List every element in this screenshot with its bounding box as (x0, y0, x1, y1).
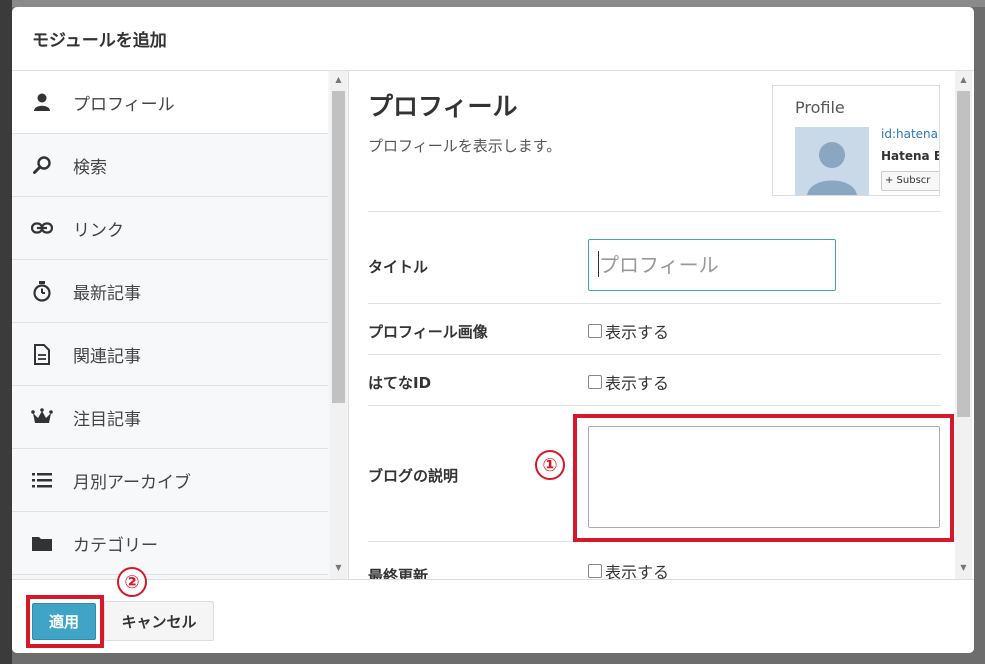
checkbox-box[interactable] (588, 324, 602, 338)
dialog-body: プロフィール 検索 リンク 最新記事 関連記事 注目記事 月別アーカイブ カテゴ… (12, 71, 974, 579)
module-list: プロフィール 検索 リンク 最新記事 関連記事 注目記事 月別アーカイブ カテゴ… (12, 71, 328, 575)
sidebar-item-link[interactable]: リンク (12, 197, 328, 260)
sidebar-item-latest[interactable]: 最新記事 (12, 260, 328, 323)
checkbox-label: 表示する (605, 563, 670, 579)
blog-description-label: ブログの説明 (368, 467, 459, 485)
sidebar-item-category[interactable]: カテゴリー (12, 512, 328, 575)
sidebar-item-label: 最新記事 (73, 283, 141, 304)
sidebar-item-search[interactable]: 検索 (12, 134, 328, 197)
module-settings: プロフィール プロフィールを表示します。 Profile id:hatena H… (350, 71, 974, 579)
profile-preview: Profile id:hatena Hatena B + Subscr (772, 85, 940, 196)
sidebar-item-label: リンク (73, 220, 124, 241)
scroll-down-arrow-icon[interactable]: ▼ (955, 561, 972, 575)
preview-id: id:hatena (881, 127, 938, 141)
blog-description-textarea[interactable] (588, 426, 940, 528)
sidebar-item-label: 注目記事 (73, 409, 141, 430)
module-title: プロフィール (368, 92, 518, 121)
sidebar-item-label: 関連記事 (73, 346, 141, 367)
profile-image-label: プロフィール画像 (368, 323, 488, 341)
section-divider (368, 211, 941, 212)
title-label: タイトル (368, 258, 429, 276)
scroll-up-arrow-icon[interactable]: ▲ (330, 73, 347, 87)
preview-avatar (795, 127, 869, 195)
scroll-up-arrow-icon[interactable]: ▲ (955, 73, 972, 87)
annotation-one: ① (535, 450, 565, 480)
sidebar-item-related[interactable]: 関連記事 (12, 323, 328, 386)
folder-icon (31, 532, 53, 554)
row-divider (368, 303, 941, 304)
checkbox-label: 表示する (605, 323, 670, 342)
list-icon (31, 469, 53, 491)
module-sidebar: プロフィール 検索 リンク 最新記事 関連記事 注目記事 月別アーカイブ カテゴ… (12, 71, 349, 579)
apply-button[interactable]: 適用 (32, 603, 96, 640)
checkbox-label: 表示する (605, 374, 670, 393)
row-divider (368, 541, 941, 542)
scrollbar-thumb[interactable] (957, 91, 970, 417)
dialog-footer: 適用 キャンセル ② (12, 567, 974, 653)
checkbox-box[interactable] (588, 375, 602, 389)
hatena-id-checkbox[interactable]: 表示する (588, 370, 669, 394)
row-divider (368, 405, 941, 406)
add-module-dialog: モジュールを追加 プロフィール 検索 リンク 最新記事 関連記事 注目記事 月別… (12, 7, 974, 653)
title-input[interactable] (588, 239, 836, 291)
sidebar-item-profile[interactable]: プロフィール (12, 71, 328, 134)
hatena-id-label: はてなID (368, 374, 432, 392)
row-divider (368, 354, 941, 355)
last-updated-label: 最終更新 (368, 567, 429, 579)
dialog-title: モジュールを追加 (32, 31, 167, 51)
preview-subscribe-button: + Subscr (881, 171, 939, 191)
crown-icon (31, 406, 53, 428)
background-top (0, 0, 985, 7)
stopwatch-icon (31, 280, 53, 302)
last-updated-checkbox[interactable]: 表示する (588, 559, 669, 579)
scrollbar-thumb[interactable] (332, 91, 345, 403)
sidebar-item-featured[interactable]: 注目記事 (12, 386, 328, 449)
search-icon (31, 154, 53, 176)
preview-name: Hatena B (881, 149, 940, 163)
profile-image-checkbox[interactable]: 表示する (588, 319, 669, 343)
sidebar-item-archive[interactable]: 月別アーカイブ (12, 449, 328, 512)
user-icon (31, 91, 53, 113)
dialog-header: モジュールを追加 (12, 7, 974, 71)
sidebar-item-label: カテゴリー (73, 535, 158, 556)
sidebar-scrollbar[interactable]: ▲ ▼ (330, 71, 347, 579)
text-caret (598, 251, 599, 277)
document-icon (31, 343, 53, 365)
annotation-two: ② (117, 567, 147, 597)
checkbox-box[interactable] (588, 564, 602, 578)
sidebar-item-label: プロフィール (73, 94, 175, 115)
module-description: プロフィールを表示します。 (368, 137, 562, 155)
cancel-button[interactable]: キャンセル (104, 601, 214, 641)
sidebar-item-label: 月別アーカイブ (73, 472, 191, 493)
sidebar-item-label: 検索 (73, 157, 107, 178)
link-icon (31, 217, 53, 239)
preview-heading: Profile (795, 98, 845, 117)
scroll-down-arrow-icon[interactable]: ▼ (330, 561, 347, 575)
settings-scrollbar[interactable]: ▲ ▼ (955, 71, 972, 579)
background-left (0, 0, 12, 664)
